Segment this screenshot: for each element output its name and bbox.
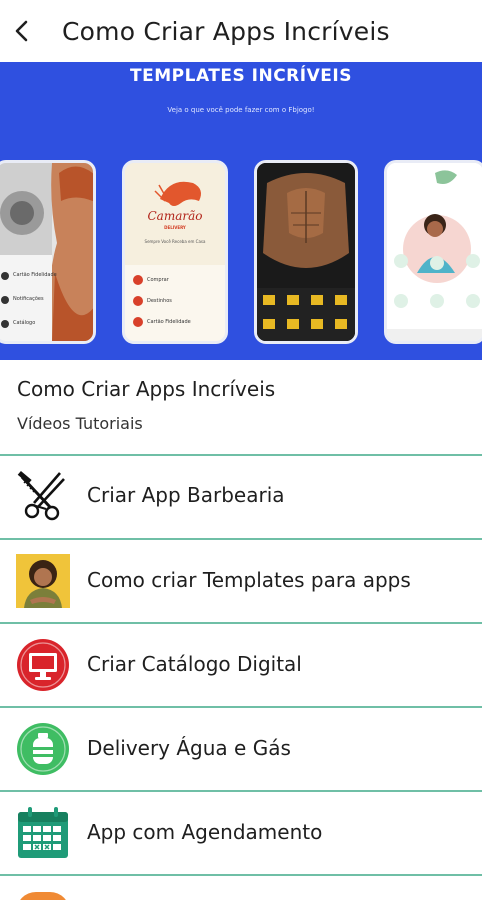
phone-preview-wellness	[384, 160, 482, 344]
gym-preview-image	[257, 163, 355, 341]
phone1-menu-label: Cartão Fidelidade	[13, 272, 57, 278]
chevron-left-icon	[15, 20, 28, 42]
section-header: Como Criar Apps Incríveis Vídeos Tutoria…	[0, 360, 482, 456]
list-item-agendamento[interactable]: App com Agendamento	[0, 792, 482, 874]
list-item-label: Como criar Templates para apps	[87, 568, 411, 592]
shrimp-menu-label: Destinhos	[147, 298, 172, 304]
barber-tools-icon	[16, 469, 70, 523]
wellness-preview-image	[387, 163, 482, 341]
app-bar: Como Criar Apps Incríveis	[0, 0, 482, 62]
phone-preview-shrimp: Camarão DELIVERY Sempre Você Receba em C…	[122, 160, 228, 344]
list-item-templates[interactable]: Como criar Templates para apps	[0, 540, 482, 622]
phone1-menu-label: Notificações	[13, 296, 44, 302]
list-item-partial[interactable]	[0, 876, 482, 900]
woman-avatar-icon	[16, 554, 70, 608]
shrimp-brand-sub: DELIVERY	[164, 225, 186, 230]
calendar-icon	[16, 806, 70, 860]
shrimp-menu-label: Cartão Fidelidade	[147, 319, 191, 325]
partial-item-icon	[16, 892, 70, 900]
phone-preview-barber: Cartão Fidelidade Notificações Catálogo	[0, 160, 96, 344]
shrimp-brand: Camarão	[147, 209, 203, 223]
list-item-catalogo[interactable]: Criar Catálogo Digital	[0, 624, 482, 706]
barber-preview-image	[0, 163, 93, 341]
banner-title: TEMPLATES INCRÍVEIS	[130, 66, 352, 86]
list-item-delivery[interactable]: Delivery Água e Gás	[0, 708, 482, 790]
list-item-label: Criar App Barbearia	[87, 483, 285, 507]
monitor-icon	[16, 638, 70, 692]
list-item-label: Delivery Água e Gás	[87, 736, 291, 760]
shrimp-tagline: Sempre Você Receba em Casa	[144, 239, 206, 244]
phone1-menu-label: Catálogo	[13, 320, 36, 326]
back-button[interactable]	[2, 0, 42, 62]
page-title: Como Criar Apps Incríveis	[62, 16, 390, 46]
section-subtitle: Vídeos Tutoriais	[17, 414, 143, 433]
section-title: Como Criar Apps Incríveis	[17, 377, 276, 401]
banner-subtitle: Veja o que você pode fazer com o Fbjogo!	[167, 106, 315, 114]
gas-cylinder-icon	[16, 722, 70, 776]
shrimp-menu-label: Comprar	[147, 277, 169, 283]
templates-banner[interactable]: TEMPLATES INCRÍVEIS Veja o que você pode…	[0, 62, 482, 360]
list-item-label: Criar Catálogo Digital	[87, 652, 302, 676]
list-item-barbearia[interactable]: Criar App Barbearia	[0, 456, 482, 538]
phone-preview-gym	[254, 160, 358, 344]
list-item-label: App com Agendamento	[87, 820, 323, 844]
